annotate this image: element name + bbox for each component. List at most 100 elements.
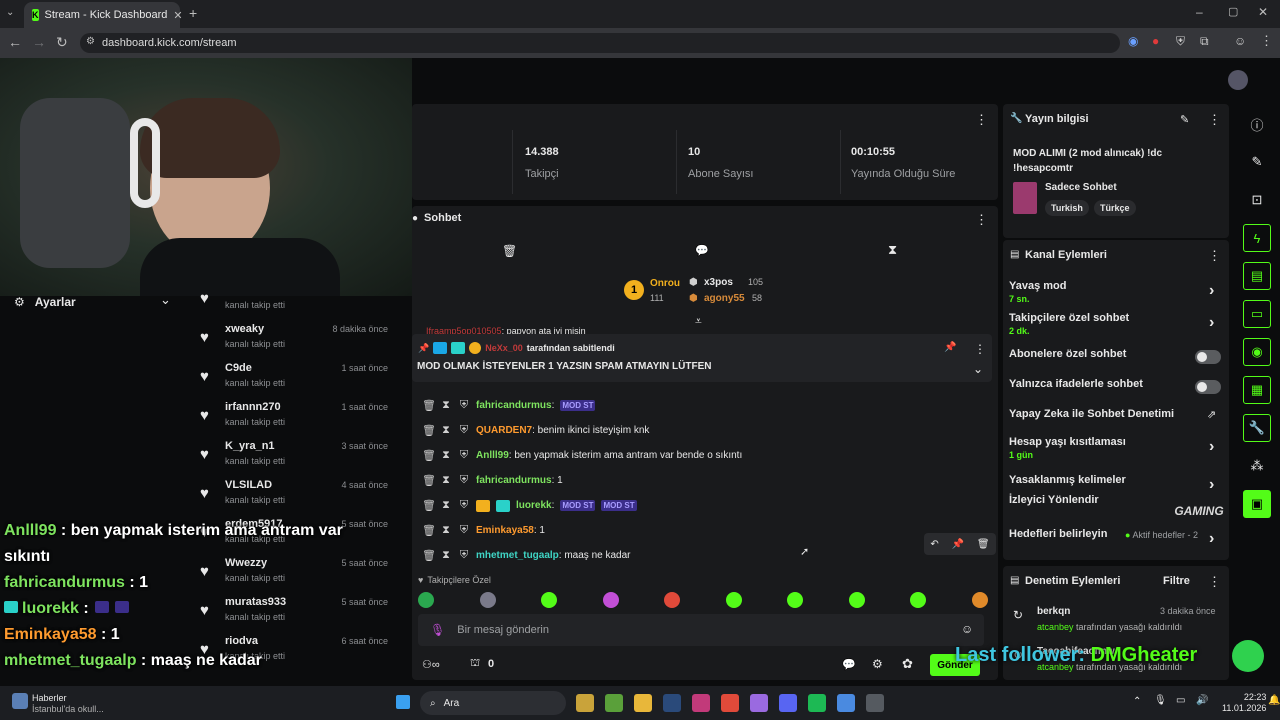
- channel-action-item[interactable]: Yapay Zeka ile Sohbet Denetimi ⇗: [1009, 406, 1223, 434]
- new-tab-icon[interactable]: +: [189, 5, 197, 21]
- tag[interactable]: Türkçe: [1094, 200, 1136, 216]
- channel-action-item[interactable]: Yavaş mod 7 sn. ›: [1009, 278, 1223, 306]
- wrench-icon[interactable]: 🔧: [1243, 414, 1271, 442]
- ban-icon[interactable]: ⛨: [458, 399, 470, 412]
- follower-row[interactable]: ♥ kanalı takip etti: [192, 290, 396, 318]
- chat-message[interactable]: 🗑 ⧗ ⛨ fahricandurmus: 1: [422, 468, 982, 493]
- filter-button[interactable]: Filtre: [1163, 575, 1190, 587]
- follower-name[interactable]: xweaky: [225, 323, 264, 335]
- channel-action-item[interactable]: Hedefleri belirleyin › ● Aktif hedefler - …: [1009, 526, 1223, 554]
- spotify-icon[interactable]: [808, 694, 826, 712]
- more-options-icon[interactable]: ⋮: [975, 212, 988, 228]
- microphone-icon[interactable]: 🎙: [1154, 695, 1167, 706]
- tab-list-icon[interactable]: ⌄: [6, 7, 14, 18]
- pencil-icon[interactable]: ✎: [1243, 148, 1271, 176]
- follower-name[interactable]: VLSILAD: [225, 479, 272, 491]
- username[interactable]: Ifraamp5op010505: [426, 326, 502, 334]
- chat-message[interactable]: 🗑 ⧗ ⛨ mhetmet_tugaalp: maaş ne kadar: [422, 543, 982, 568]
- store-icon[interactable]: ⛫: [470, 657, 480, 671]
- timeout-icon[interactable]: ⧗: [440, 424, 452, 437]
- chat-icon[interactable]: 💬: [695, 244, 709, 257]
- username[interactable]: fahricandurmus: [476, 475, 552, 486]
- ban-icon[interactable]: ⛨: [458, 524, 470, 537]
- toggle-switch[interactable]: [1195, 350, 1221, 364]
- taskbar-search[interactable]: ⌕ Ara: [420, 691, 566, 715]
- vs-icon[interactable]: [692, 694, 710, 712]
- network-icon[interactable]: ▭: [1176, 695, 1185, 706]
- username[interactable]: luorekk: [516, 500, 552, 511]
- gear-icon[interactable]: ⚙: [872, 657, 883, 671]
- category-name[interactable]: Sadece Sohbet: [1045, 182, 1117, 193]
- minecraft-icon[interactable]: [605, 694, 623, 712]
- tag[interactable]: Turkish: [1045, 200, 1089, 216]
- obs-icon[interactable]: [866, 694, 884, 712]
- info-icon[interactable]: ⓘ: [1243, 110, 1271, 138]
- timeout-icon[interactable]: ⧗: [440, 549, 452, 562]
- ban-icon[interactable]: ⛨: [458, 449, 470, 462]
- microphone-icon[interactable]: 🎙: [430, 623, 445, 637]
- emote-icon[interactable]: [787, 592, 804, 608]
- lightning-icon[interactable]: ϟ: [1243, 224, 1271, 252]
- app-icon[interactable]: [837, 694, 855, 712]
- emoji-icon[interactable]: ☺: [961, 622, 973, 636]
- edit-icon[interactable]: ✎: [1180, 113, 1189, 126]
- follower-row[interactable]: ♥ xweaky kanalı takip etti 8 dakika önce: [192, 321, 396, 357]
- emote-icon[interactable]: [541, 592, 558, 608]
- emote-icon[interactable]: [910, 592, 927, 608]
- clock[interactable]: 22:23 11.01.2026: [1222, 692, 1266, 714]
- chat-message[interactable]: 🗑 ⧗ ⛨ Eminkaya58: 1: [422, 518, 982, 543]
- broadcast-icon[interactable]: ◉: [1243, 338, 1271, 366]
- toggle-switch[interactable]: [1195, 380, 1221, 394]
- site-info-icon[interactable]: ⚙: [86, 36, 95, 47]
- ban-icon[interactable]: ⛨: [458, 499, 470, 512]
- expand-leaderboard-icon[interactable]: ⩡: [695, 314, 702, 329]
- trash-icon[interactable]: 🗑: [422, 549, 436, 562]
- ban-icon[interactable]: ⛨: [458, 424, 470, 437]
- ban-icon[interactable]: ⛨: [458, 549, 470, 562]
- browser-tab[interactable]: K Stream - Kick Dashboard ✕: [24, 2, 183, 28]
- trash-icon[interactable]: 🗑: [422, 399, 436, 412]
- follower-row[interactable]: ♥ K_yra_n1 kanalı takip etti 3 saat önce: [192, 438, 396, 474]
- more-options-icon[interactable]: ⋮: [974, 342, 986, 356]
- follower-row[interactable]: ♥ irfannn270 kanalı takip etti 1 saat önce: [192, 399, 396, 435]
- extensions-puzzle-icon[interactable]: ⧉: [1200, 34, 1209, 49]
- emote-icon[interactable]: [479, 592, 496, 608]
- ban-icon[interactable]: ⛨: [458, 474, 470, 487]
- hourglass-icon[interactable]: ⧗: [888, 242, 897, 258]
- emote-icon[interactable]: [664, 592, 681, 608]
- chat-message[interactable]: 🗑 ⧗ ⛨ Anlll99: ben yapmak isterim ama antra…: [422, 443, 982, 468]
- trash-icon[interactable]: 🗑: [502, 244, 517, 258]
- moderation-user[interactable]: berkqn: [1037, 606, 1070, 617]
- discord-icon[interactable]: [779, 694, 797, 712]
- news-widget[interactable]: Haberler İstanbul'da okull...: [32, 693, 104, 715]
- chat-message[interactable]: 🗑 ⧗ ⛨ fahricandurmus: MOD ST: [422, 393, 982, 418]
- news-widget-icon[interactable]: [12, 693, 28, 709]
- volume-icon[interactable]: 🔊: [1196, 695, 1208, 706]
- username[interactable]: Eminkaya58: [476, 525, 534, 536]
- app-icon[interactable]: [750, 694, 768, 712]
- extension-icon[interactable]: ●: [1152, 34, 1159, 48]
- chevron-up-icon[interactable]: ⌃: [1133, 696, 1141, 707]
- chevron-down-icon[interactable]: ⌄: [973, 362, 983, 376]
- more-options-icon[interactable]: ⋮: [1208, 248, 1221, 264]
- emote-icon[interactable]: [602, 592, 619, 608]
- document-icon[interactable]: ▤: [1243, 262, 1271, 290]
- timeout-icon[interactable]: ⧗: [440, 499, 452, 512]
- group-icon[interactable]: ⚇∞: [422, 658, 440, 671]
- username[interactable]: QUARDEN7: [476, 425, 532, 436]
- username[interactable]: Anlll99: [476, 450, 509, 461]
- follower-name[interactable]: irfannn270: [225, 401, 281, 413]
- username[interactable]: fahricandurmus: [476, 400, 552, 411]
- reply-icon[interactable]: ↶: [930, 539, 938, 550]
- chat-message[interactable]: 🗑 ⧗ ⛨ luorekk: MOD ST MOD ST: [422, 493, 982, 518]
- extension-icon[interactable]: ⁂: [1243, 452, 1271, 480]
- avatar[interactable]: [1228, 70, 1248, 90]
- extension-icon[interactable]: ◉: [1128, 34, 1138, 48]
- emote-icon[interactable]: [725, 592, 742, 608]
- reload-icon[interactable]: ↻: [56, 34, 68, 51]
- forward-icon[interactable]: →: [32, 34, 46, 50]
- url-field[interactable]: ⚙ dashboard.kick.com/stream: [80, 33, 1120, 53]
- trash-icon[interactable]: 🗑: [422, 449, 436, 462]
- windows-start-icon[interactable]: [396, 695, 410, 709]
- channel-action-item[interactable]: Abonelere özel sohbet: [1009, 346, 1223, 374]
